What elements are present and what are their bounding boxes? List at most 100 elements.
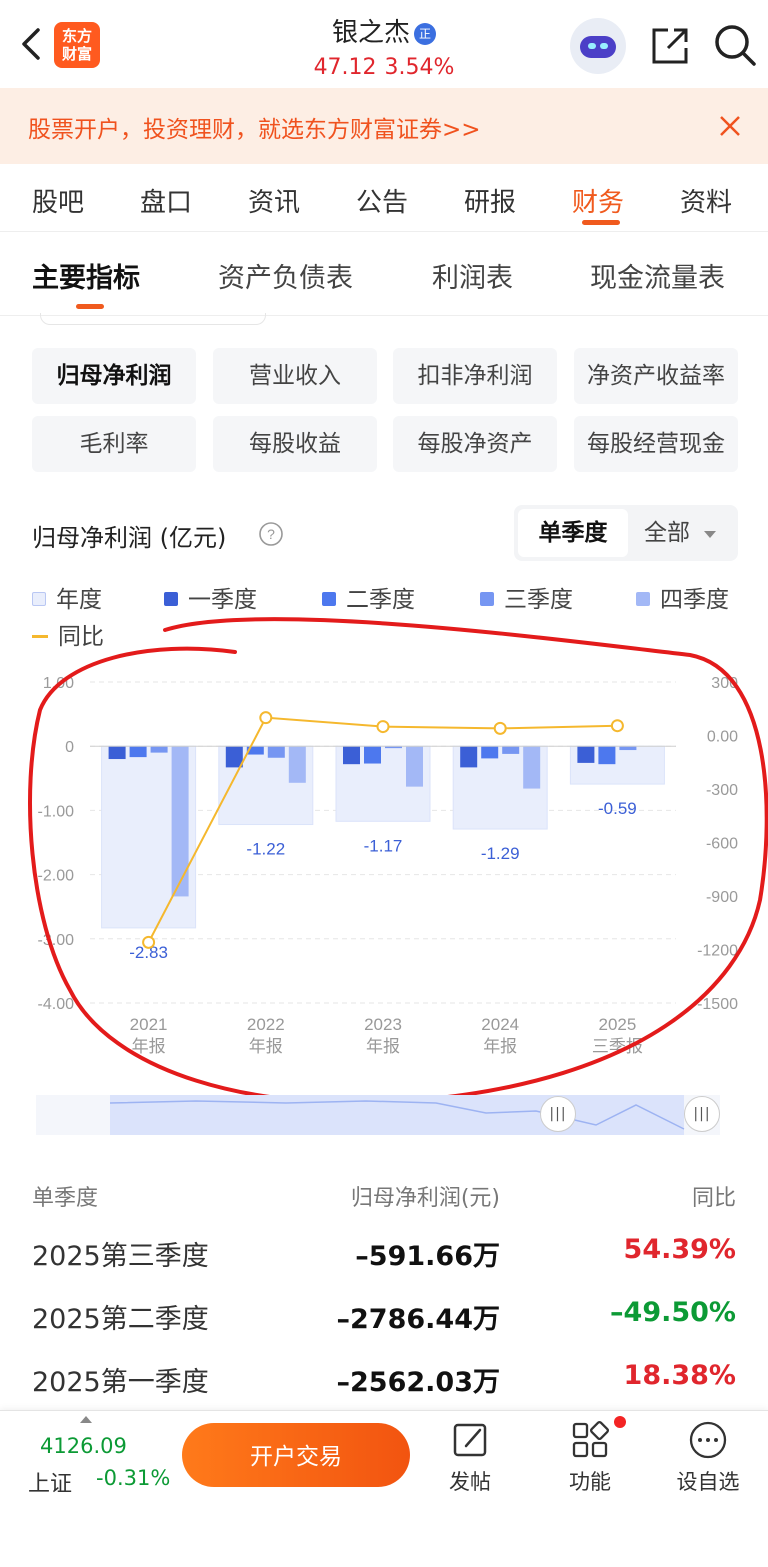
table-header-period: 单季度	[32, 1186, 99, 1211]
quarter-bar	[108, 746, 126, 760]
legend-label: 四季度	[660, 587, 729, 613]
range-slider[interactable]	[36, 1095, 720, 1135]
add-watchlist-button[interactable]: 设自选	[668, 1420, 748, 1496]
tab-announcement[interactable]: 公告	[356, 182, 408, 219]
promo-banner-text[interactable]: 股票开户，投资理财，就选东方财富证券>>	[28, 110, 481, 144]
annual-value-label: -1.22	[246, 840, 285, 859]
chip-bvps[interactable]: 每股净资产	[393, 416, 557, 472]
tab-guba[interactable]: 股吧	[32, 182, 84, 219]
functions-label: 功能	[569, 1470, 611, 1494]
yoy-point	[610, 719, 624, 733]
table-row[interactable]: 2025第二季度 –2786.44万 –49.50%	[0, 1297, 768, 1357]
quarter-bar	[619, 746, 637, 751]
y-right-tick-label: -300	[706, 782, 738, 799]
index-name[interactable]: 上证	[28, 1466, 72, 1498]
legend-swatch	[164, 592, 178, 606]
tab-profile[interactable]: 资料	[680, 182, 732, 219]
quarter-bar	[267, 746, 285, 758]
chip-ocf-per-share[interactable]: 每股经营现金	[574, 416, 738, 472]
tab-finance[interactable]: 财务	[572, 182, 624, 219]
legend-q4[interactable]: 四季度	[636, 580, 729, 614]
tab-news[interactable]: 资讯	[248, 182, 300, 219]
index-change[interactable]: -0.31%	[96, 1466, 170, 1490]
legend-q3[interactable]: 三季度	[480, 580, 573, 614]
legend-label: 三季度	[504, 587, 573, 613]
quarter-bar	[523, 746, 541, 789]
post-button[interactable]: 发帖	[430, 1420, 510, 1496]
chip-gross-margin[interactable]: 毛利率	[32, 416, 196, 472]
assistant-robot-icon[interactable]	[570, 18, 626, 74]
verified-badge: 正	[414, 23, 436, 45]
slider-right-handle[interactable]: |||	[684, 1096, 720, 1132]
tab-pankou[interactable]: 盘口	[140, 182, 192, 219]
row-value: –2562.03万	[336, 1367, 500, 1398]
slider-left-handle[interactable]: |||	[540, 1096, 576, 1132]
legend-q1[interactable]: 一季度	[164, 580, 257, 614]
row-yoy: 54.39%	[623, 1234, 736, 1265]
share-icon[interactable]	[648, 24, 692, 68]
subtab-cash-flow[interactable]: 现金流量表	[590, 256, 725, 295]
quarter-bar	[502, 746, 520, 754]
y-left-tick-label: -4.00	[38, 996, 75, 1013]
segment-all[interactable]: 全部	[644, 509, 690, 557]
chip-revenue[interactable]: 营业收入	[213, 348, 377, 404]
index-value[interactable]: 4126.09	[40, 1434, 127, 1458]
x-tick-year: 2025	[598, 1015, 636, 1034]
legend-label: 同比	[58, 624, 104, 650]
row-period: 2025第二季度	[32, 1304, 209, 1335]
collapsed-panel-edge	[40, 313, 266, 325]
quarter-bar	[460, 746, 478, 768]
chip-roe[interactable]: 净资产收益率	[574, 348, 738, 404]
help-icon[interactable]: ?	[258, 521, 284, 547]
period-segment-control: 单季度 全部	[514, 505, 738, 561]
net-profit-chart[interactable]: 1.000-1.00-2.00-3.00-4.003000.00-300-600…	[0, 617, 768, 1105]
annual-value-label: -1.29	[481, 844, 520, 863]
yoy-point	[142, 935, 156, 949]
row-period: 2025第三季度	[32, 1241, 209, 1272]
legend-swatch	[322, 592, 336, 606]
functions-button[interactable]: 功能	[550, 1420, 630, 1496]
subtab-balance-sheet[interactable]: 资产负债表	[218, 256, 353, 295]
quarter-bar	[577, 746, 595, 763]
table-row[interactable]: 2025第三季度 –591.66万 54.39%	[0, 1234, 768, 1294]
legend-line-swatch	[32, 635, 48, 638]
chip-eps[interactable]: 每股收益	[213, 416, 377, 472]
yoy-point	[376, 720, 390, 734]
subtab-income-statement[interactable]: 利润表	[432, 256, 513, 295]
tab-research[interactable]: 研报	[464, 182, 516, 219]
legend-swatch	[32, 592, 46, 606]
annual-value-label: -1.17	[364, 836, 403, 855]
legend-label: 一季度	[188, 587, 257, 613]
edit-icon	[453, 1423, 487, 1457]
subtab-key-metrics[interactable]: 主要指标	[32, 256, 140, 295]
grid-icon	[572, 1420, 610, 1458]
open-account-button[interactable]: 开户交易	[182, 1423, 410, 1487]
legend-swatch	[636, 592, 650, 606]
top-tabs: 股吧 盘口 资讯 公告 研报 财务 资料	[0, 164, 768, 232]
slider-preview	[109, 1095, 685, 1135]
segment-single-quarter[interactable]: 单季度	[518, 509, 628, 557]
chip-net-profit[interactable]: 归母净利润	[32, 348, 196, 404]
row-period: 2025第一季度	[32, 1367, 209, 1398]
quarter-bar	[225, 746, 243, 768]
chip-deducted-net-profit[interactable]: 扣非净利润	[393, 348, 557, 404]
x-tick-period: 年报	[366, 1037, 400, 1056]
close-icon[interactable]	[712, 108, 748, 144]
active-tab-indicator	[582, 220, 620, 225]
legend-yoy[interactable]: 同比	[32, 617, 104, 651]
search-icon[interactable]	[712, 22, 758, 68]
add-watchlist-label: 设自选	[676, 1470, 740, 1494]
y-right-tick-label: -1200	[697, 943, 738, 960]
chevron-down-icon[interactable]	[704, 531, 716, 538]
table-header-value: 归母净利润(元)	[350, 1186, 500, 1211]
post-label: 发帖	[449, 1470, 491, 1494]
promo-banner[interactable]: 股票开户，投资理财，就选东方财富证券>>	[0, 88, 768, 164]
y-left-tick-label: 0	[65, 739, 74, 756]
expand-up-icon[interactable]	[80, 1416, 92, 1423]
legend-annual[interactable]: 年度	[32, 580, 102, 614]
quarter-bar	[150, 746, 168, 753]
row-value: –591.66万	[355, 1241, 500, 1272]
y-right-tick-label: -900	[706, 889, 738, 906]
y-right-tick-label: 0.00	[707, 729, 738, 746]
legend-q2[interactable]: 二季度	[322, 580, 415, 614]
